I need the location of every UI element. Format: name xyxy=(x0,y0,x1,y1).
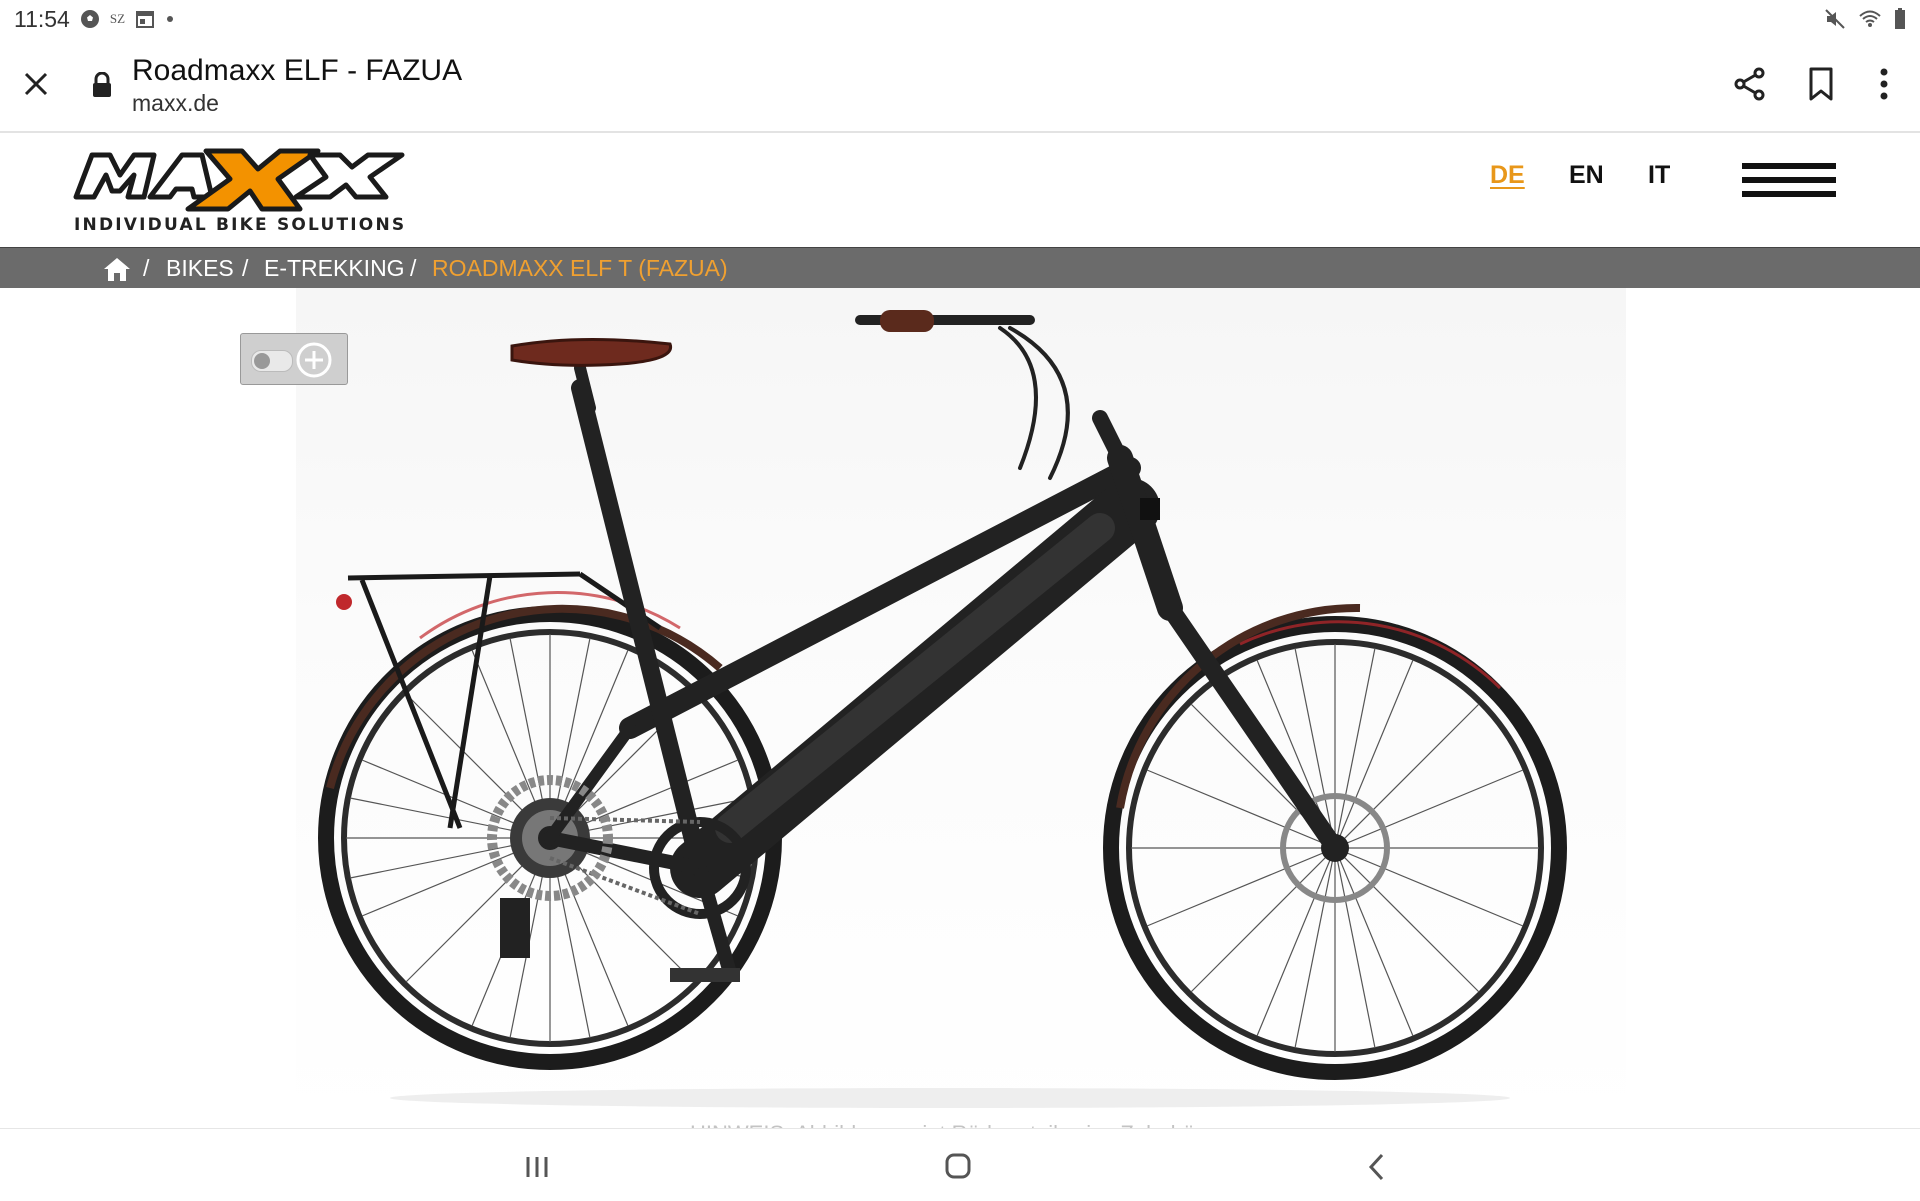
more-icon[interactable] xyxy=(1872,66,1896,102)
breadcrumb-separator: / xyxy=(143,255,150,281)
status-bar: 11:54 SZ xyxy=(0,0,1920,38)
breadcrumb-separator: / xyxy=(242,255,249,281)
mute-icon xyxy=(1824,8,1846,30)
breadcrumb-e-trekking[interactable]: E-TREKKING xyxy=(264,255,405,282)
logo-tagline: INDIVIDUAL BIKE SOLUTIONS xyxy=(74,215,407,235)
lock-icon xyxy=(92,71,112,98)
maxx-logo[interactable] xyxy=(72,145,417,215)
share-icon[interactable] xyxy=(1732,66,1768,102)
url-text[interactable]: maxx.de xyxy=(132,90,219,117)
breadcrumb: / BIKES / E-TREKKING / ROADMAXX ELF T (F… xyxy=(0,247,1920,288)
battery-icon xyxy=(1894,8,1906,30)
hamburger-menu-icon[interactable] xyxy=(1742,163,1836,205)
back-icon[interactable] xyxy=(1367,1153,1385,1181)
breadcrumb-current: ROADMAXX ELF T (FAZUA) xyxy=(432,255,728,281)
home-button-icon[interactable] xyxy=(945,1153,971,1179)
toggle-switch-icon xyxy=(251,350,293,372)
recent-apps-icon[interactable] xyxy=(524,1155,550,1179)
close-icon[interactable] xyxy=(20,68,52,100)
browser-toolbar: Roadmaxx ELF - FAZUA maxx.de xyxy=(0,38,1920,133)
bike-image[interactable] xyxy=(300,308,1600,1108)
lang-it-link[interactable]: IT xyxy=(1648,161,1670,190)
breadcrumb-separator: / xyxy=(410,255,417,281)
breadcrumb-bikes[interactable]: BIKES xyxy=(166,255,234,282)
product-image-area: HINWEIS: Abbildung zeigt Rädern teilweis… xyxy=(0,288,1920,1146)
home-icon[interactable] xyxy=(102,256,132,282)
status-time: 11:54 xyxy=(14,5,70,32)
bookmark-icon[interactable] xyxy=(1806,66,1836,102)
soccer-icon xyxy=(80,9,100,29)
status-left: 11:54 SZ xyxy=(14,6,175,33)
system-navbar xyxy=(0,1128,1920,1201)
status-right xyxy=(1824,8,1906,30)
wifi-icon xyxy=(1858,9,1882,29)
lang-de-link[interactable]: DE xyxy=(1490,161,1525,190)
sz-icon: SZ xyxy=(109,11,126,26)
dot-icon xyxy=(165,14,175,24)
calendar-icon xyxy=(135,9,155,29)
site-header: INDIVIDUAL BIKE SOLUTIONS DE EN IT xyxy=(0,133,1920,246)
lang-en-link[interactable]: EN xyxy=(1569,161,1604,190)
page-title[interactable]: Roadmaxx ELF - FAZUA xyxy=(132,54,462,88)
